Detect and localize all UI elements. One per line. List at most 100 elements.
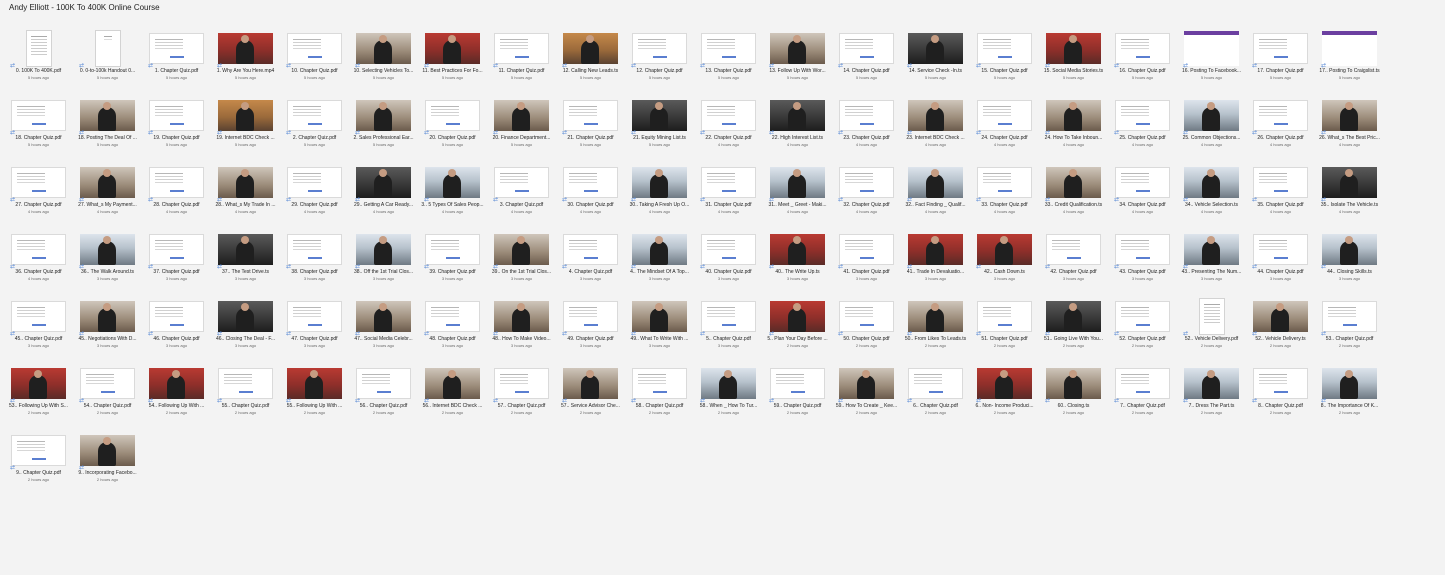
file-thumbnail[interactable]: ⇄ — [286, 29, 342, 69]
file-thumbnail[interactable]: ⇄ — [769, 364, 825, 404]
file-thumbnail[interactable]: ⇄ — [79, 297, 135, 337]
file-thumbnail[interactable]: ⇄ — [907, 29, 963, 69]
file-thumbnail[interactable]: ⇄ — [562, 230, 618, 270]
file-thumbnail[interactable]: ⇄ — [148, 96, 204, 136]
file-item[interactable]: ⇄ 22. Chapter Quiz.pdf 4 hours ago — [694, 92, 763, 159]
file-thumbnail[interactable]: ⇄ — [631, 297, 687, 337]
file-item[interactable]: ⇄ 1. Why Are You Here.mp4 5 hours ago — [211, 25, 280, 92]
file-item[interactable]: ⇄ 14. Chapter Quiz.pdf 5 hours ago — [832, 25, 901, 92]
file-thumbnail[interactable]: ⇄ — [562, 364, 618, 404]
file-thumbnail[interactable]: ⇄ — [976, 230, 1032, 270]
file-thumbnail[interactable]: ⇄ — [10, 96, 66, 136]
file-item[interactable]: ⇄ 10. Selecting Vehicles To... 5 hours ago — [349, 25, 418, 92]
file-thumbnail[interactable]: ⇄ — [1183, 96, 1239, 136]
file-thumbnail[interactable]: ⇄ — [1321, 29, 1377, 69]
file-thumbnail[interactable]: ⇄ — [79, 29, 135, 69]
file-item[interactable]: ⇄ 51.. Going Live With You... 2 hours ago — [1039, 293, 1108, 360]
file-thumbnail[interactable]: ⇄ — [10, 163, 66, 203]
file-item[interactable]: ⇄ 0. 100K To 400K.pdf 5 hours ago — [4, 25, 73, 92]
file-thumbnail[interactable]: ⇄ — [1321, 364, 1377, 404]
file-item[interactable]: ⇄ 45.. Negotiations With D... 3 hours ago — [73, 293, 142, 360]
file-thumbnail[interactable]: ⇄ — [1252, 163, 1308, 203]
file-item[interactable]: ⇄ 44. Chapter Quiz.pdf 3 hours ago — [1246, 226, 1315, 293]
file-item[interactable]: ⇄ 36. Chapter Quiz.pdf 4 hours ago — [4, 226, 73, 293]
file-thumbnail[interactable]: ⇄ — [976, 163, 1032, 203]
file-item[interactable]: ⇄ 41. Chapter Quiz.pdf 3 hours ago — [832, 226, 901, 293]
file-thumbnail[interactable]: ⇄ — [1252, 364, 1308, 404]
file-thumbnail[interactable]: ⇄ — [562, 297, 618, 337]
file-thumbnail[interactable]: ⇄ — [700, 364, 756, 404]
file-thumbnail[interactable]: ⇄ — [1114, 364, 1170, 404]
file-item[interactable]: ⇄ 46. Chapter Quiz.pdf 3 hours ago — [142, 293, 211, 360]
file-item[interactable]: ⇄ 9.. Incorporating Facebo... 2 hours ago — [73, 427, 142, 494]
file-item[interactable]: ⇄ 12. Chapter Quiz.pdf 5 hours ago — [625, 25, 694, 92]
file-thumbnail[interactable]: ⇄ — [79, 96, 135, 136]
file-item[interactable]: ⇄ 37. Chapter Quiz.pdf 3 hours ago — [142, 226, 211, 293]
file-thumbnail[interactable]: ⇄ — [907, 163, 963, 203]
file-thumbnail[interactable]: ⇄ — [10, 431, 66, 471]
file-item[interactable]: ⇄ 41.. Trade In Devaluatio... 3 hours ago — [901, 226, 970, 293]
file-item[interactable]: ⇄ 19. Chapter Quiz.pdf 5 hours ago — [142, 92, 211, 159]
file-item[interactable]: ⇄ 32.. Fact Finding _ Qualif... 4 hours ag… — [901, 159, 970, 226]
file-item[interactable]: ⇄ 39.. On the 1st Trial Clos... 3 hours ag… — [487, 226, 556, 293]
file-item[interactable]: ⇄ 58.. When _ How To Tur... 2 hours ago — [694, 360, 763, 427]
file-thumbnail[interactable]: ⇄ — [769, 96, 825, 136]
file-thumbnail[interactable]: ⇄ — [79, 163, 135, 203]
file-thumbnail[interactable]: ⇄ — [355, 297, 411, 337]
file-thumbnail[interactable]: ⇄ — [1321, 163, 1377, 203]
file-thumbnail[interactable]: ⇄ — [217, 230, 273, 270]
file-item[interactable]: ⇄ 49. Chapter Quiz.pdf 3 hours ago — [556, 293, 625, 360]
file-thumbnail[interactable]: ⇄ — [1183, 297, 1239, 337]
file-thumbnail[interactable]: ⇄ — [976, 29, 1032, 69]
file-item[interactable]: ⇄ 40.. The Write Up.ts 3 hours ago — [763, 226, 832, 293]
file-item[interactable]: ⇄ 38. Chapter Quiz.pdf 3 hours ago — [280, 226, 349, 293]
file-item[interactable]: ⇄ 50. Chapter Quiz.pdf 2 hours ago — [832, 293, 901, 360]
file-item[interactable]: ⇄ 17.. Posting To Craigslist.ts 5 hours ag… — [1315, 25, 1384, 92]
file-thumbnail[interactable]: ⇄ — [424, 163, 480, 203]
file-item[interactable]: ⇄ 20. Chapter Quiz.pdf 5 hours ago — [418, 92, 487, 159]
file-thumbnail[interactable]: ⇄ — [424, 29, 480, 69]
file-item[interactable]: ⇄ 39. Chapter Quiz.pdf 3 hours ago — [418, 226, 487, 293]
file-thumbnail[interactable]: ⇄ — [631, 163, 687, 203]
file-item[interactable]: ⇄ 42. Chapter Quiz.pdf 3 hours ago — [1039, 226, 1108, 293]
file-thumbnail[interactable]: ⇄ — [1114, 230, 1170, 270]
file-item[interactable]: ⇄ 42.. Cash Down.ts 3 hours ago — [970, 226, 1039, 293]
file-item[interactable]: ⇄ 45.. Chapter Quiz.pdf 3 hours ago — [4, 293, 73, 360]
file-item[interactable]: ⇄ 4.. The Mindset Of A Top... 3 hours ago — [625, 226, 694, 293]
file-thumbnail[interactable]: ⇄ — [148, 163, 204, 203]
file-thumbnail[interactable]: ⇄ — [355, 230, 411, 270]
file-thumbnail[interactable]: ⇄ — [10, 29, 66, 69]
file-item[interactable]: ⇄ 48. Chapter Quiz.pdf 3 hours ago — [418, 293, 487, 360]
file-item[interactable]: ⇄ 18. Chapter Quiz.pdf 5 hours ago — [4, 92, 73, 159]
file-item[interactable]: ⇄ 53.. Following Up With S... 2 hours ago — [4, 360, 73, 427]
file-item[interactable]: ⇄ 1. Chapter Quiz.pdf 5 hours ago — [142, 25, 211, 92]
file-item[interactable]: ⇄ 50.. From Likes To Leads.ts 2 hours ago — [901, 293, 970, 360]
file-item[interactable]: ⇄ 49.. What To Write With ... 3 hours ago — [625, 293, 694, 360]
file-thumbnail[interactable]: ⇄ — [493, 163, 549, 203]
file-item[interactable]: ⇄ 6.. Non- Income Produci... 2 hours ago — [970, 360, 1039, 427]
file-thumbnail[interactable]: ⇄ — [148, 297, 204, 337]
file-thumbnail[interactable]: ⇄ — [907, 297, 963, 337]
file-item[interactable]: ⇄ 2. Sales Professional Ear... 5 hours ago — [349, 92, 418, 159]
file-thumbnail[interactable]: ⇄ — [700, 29, 756, 69]
file-item[interactable]: ⇄ 51. Chapter Quiz.pdf 2 hours ago — [970, 293, 1039, 360]
file-item[interactable]: ⇄ 27. What_s My Payment... 4 hours ago — [73, 159, 142, 226]
file-item[interactable]: ⇄ 7.. Dress The Part.ts 2 hours ago — [1177, 360, 1246, 427]
file-item[interactable]: ⇄ 44.. Closing Skills.ts 3 hours ago — [1315, 226, 1384, 293]
file-thumbnail[interactable]: ⇄ — [976, 364, 1032, 404]
file-item[interactable]: ⇄ 29.. Getting A Car Ready... 4 hours ago — [349, 159, 418, 226]
file-item[interactable]: ⇄ 27. Chapter Quiz.pdf 4 hours ago — [4, 159, 73, 226]
file-item[interactable]: ⇄ 13. Chapter Quiz.pdf 5 hours ago — [694, 25, 763, 92]
file-thumbnail[interactable]: ⇄ — [1321, 96, 1377, 136]
file-item[interactable]: ⇄ 6.. Chapter Quiz.pdf 2 hours ago — [901, 360, 970, 427]
file-thumbnail[interactable]: ⇄ — [355, 29, 411, 69]
file-thumbnail[interactable]: ⇄ — [424, 96, 480, 136]
file-thumbnail[interactable]: ⇄ — [79, 230, 135, 270]
file-item[interactable]: ⇄ 59.. Chapter Quiz.pdf 2 hours ago — [763, 360, 832, 427]
file-item[interactable]: ⇄ 13. Follow Up With Wor... 5 hours ago — [763, 25, 832, 92]
file-item[interactable]: ⇄ 10. Chapter Quiz.pdf 5 hours ago — [280, 25, 349, 92]
file-item[interactable]: ⇄ 0. 0-to-100k Handout 0... 5 hours ago — [73, 25, 142, 92]
file-item[interactable]: ⇄ 47. Chapter Quiz.pdf 3 hours ago — [280, 293, 349, 360]
file-thumbnail[interactable]: ⇄ — [1252, 230, 1308, 270]
file-item[interactable]: ⇄ 21. Chapter Quiz.pdf 5 hours ago — [556, 92, 625, 159]
